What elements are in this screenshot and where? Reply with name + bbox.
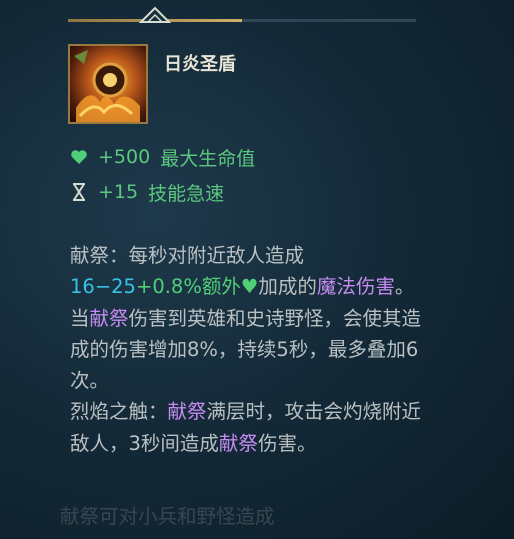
stat-label: 最大生命值 (160, 147, 256, 170)
stat-health: +500 最大生命值 (68, 143, 255, 171)
stat-value: +500 (98, 146, 151, 168)
item-description: 献祭：每秒对附近敌人造成 16−25+0.8%额外♥加成的魔法伤害。当献祭伤害到… (70, 240, 430, 459)
immolate-keyword: 献祭 (218, 431, 258, 455)
heart-icon (68, 149, 90, 165)
sunfire-aegis-icon[interactable] (68, 44, 148, 124)
heart-icon: ♥ (240, 275, 259, 299)
item-tooltip: 日炎圣盾 +500 最大生命值 +15 技能急速 献祭：每秒对附近敌人造成 16… (0, 0, 514, 539)
base-damage: 16−25 (70, 275, 136, 299)
immolate-keyword: 献祭 (167, 400, 207, 424)
passive-text-b: 伤害。 (257, 431, 317, 455)
hourglass-icon (68, 183, 90, 201)
stat-ability-haste: +15 技能急速 (68, 178, 224, 206)
passive-label: 烈焰之触： (70, 400, 168, 424)
scale-suffix: 加成的 (258, 275, 317, 299)
passive-flame-touch: 烈焰之触：献祭满层时，攻击会灼烧附近敌人，3秒间造成献祭伤害。 (70, 396, 430, 459)
passive-text: 每秒对附近敌人造成 (128, 244, 305, 267)
plus-sign: + (135, 275, 153, 299)
chevron-up-icon (139, 6, 171, 23)
immolate-keyword: 献祭 (89, 306, 129, 330)
stat-label: 技能急速 (148, 182, 225, 205)
passive-immolate: 献祭：每秒对附近敌人造成 16−25+0.8%额外♥加成的魔法伤害。当献祭伤害到… (70, 240, 430, 396)
health-ratio: 0.8%额外 (152, 275, 241, 299)
magic-damage-keyword: 魔法伤害 (316, 275, 395, 299)
top-divider (68, 19, 416, 22)
stat-value: +15 (98, 181, 139, 203)
item-name: 日炎圣盾 (164, 54, 236, 75)
faded-text: 献祭可对小兵和野怪造成 (60, 505, 275, 528)
passive-label: 献祭： (70, 244, 129, 267)
